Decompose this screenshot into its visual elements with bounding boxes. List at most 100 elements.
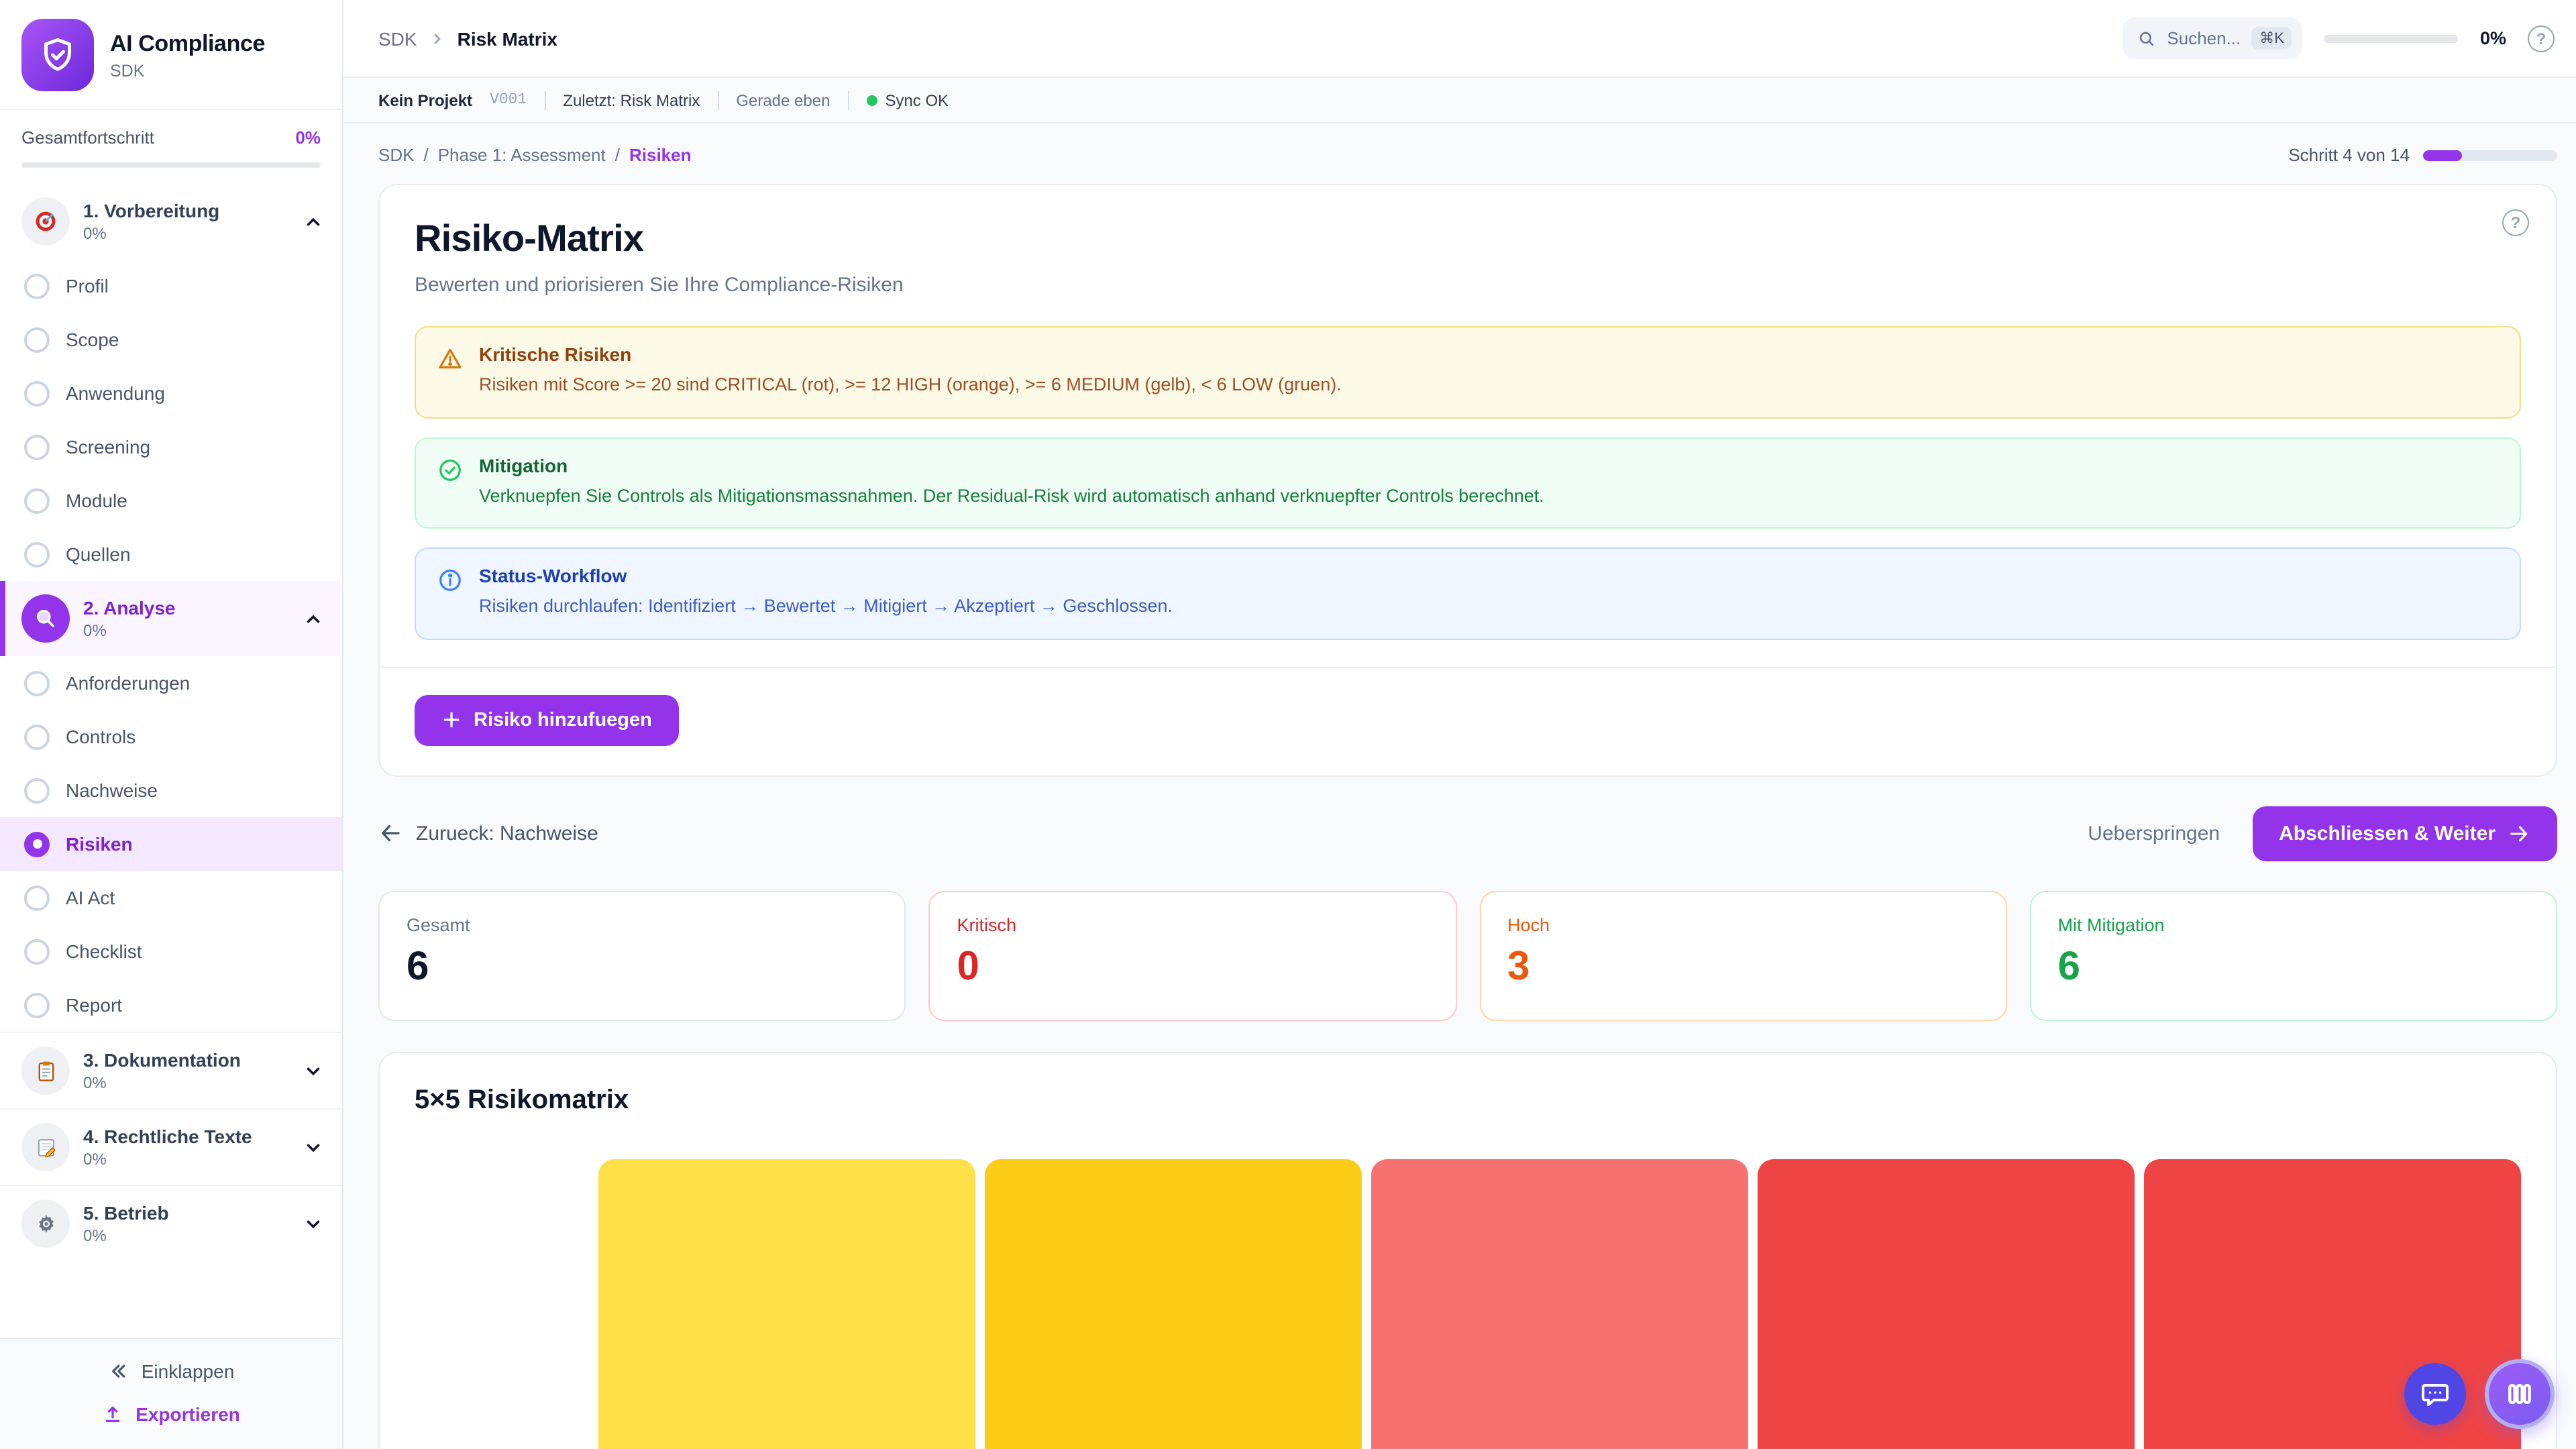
wizard-nav: Zurueck: Nachweise Ueberspringen Abschli… xyxy=(378,806,2557,861)
radio-icon xyxy=(24,938,50,964)
matrix-cell[interactable] xyxy=(2144,1159,2521,1449)
stat-card-kritisch: Kritisch 0 xyxy=(929,890,1457,1020)
sidebar: AI Compliance SDK Gesamtfortschritt 0% 1… xyxy=(0,0,343,1449)
sidebar-item-report[interactable]: Report xyxy=(0,978,342,1032)
chevron-right-icon xyxy=(429,30,445,46)
matrix-cell[interactable] xyxy=(985,1159,1362,1449)
card-help-icon[interactable]: ? xyxy=(2502,209,2529,236)
target-icon xyxy=(21,197,70,246)
stat-card-hoch: Hoch 3 xyxy=(1479,890,2007,1020)
app-subtitle: SDK xyxy=(110,61,265,80)
project-name: Kein Projekt xyxy=(378,91,472,109)
sidebar-item-checklist[interactable]: Checklist xyxy=(0,924,342,978)
breadcrumb-root[interactable]: SDK xyxy=(378,28,417,49)
sidebar-item-module[interactable]: Module xyxy=(0,474,342,527)
radio-icon xyxy=(24,541,50,567)
last-step-label: Zuletzt: Risk Matrix xyxy=(563,91,700,109)
breadcrumb-current: Risk Matrix xyxy=(458,28,557,49)
sidebar-item-profil[interactable]: Profil xyxy=(0,259,342,313)
risk-matrix-grid xyxy=(415,1159,2521,1449)
add-risk-button[interactable]: Risiko hinzufuegen xyxy=(415,694,679,745)
warning-triangle-icon xyxy=(437,346,463,372)
sidebar-header: AI Compliance SDK xyxy=(0,0,342,110)
chat-bubble-icon xyxy=(2419,1378,2451,1410)
main-area: SDK Risk Matrix Suchen... ⌘K 0% ? Kein P… xyxy=(343,0,2576,1449)
alert-mitigation: Mitigation Verknuepfen Sie Controls als … xyxy=(415,437,2521,529)
page-title: Risiko-Matrix xyxy=(415,217,2521,260)
sidebar-section-dokumentation[interactable]: 3. Dokumentation 0% xyxy=(0,1032,342,1108)
chevron-down-icon xyxy=(303,1061,323,1081)
app-logo xyxy=(21,19,94,91)
collapse-sidebar-button[interactable]: Einklappen xyxy=(108,1360,235,1382)
topbar-breadcrumb: SDK Risk Matrix xyxy=(378,28,2123,49)
plus-icon xyxy=(441,710,462,730)
stat-card-mit-mitigation: Mit Mitigation 6 xyxy=(2030,890,2558,1020)
sidebar-item-quellen[interactable]: Quellen xyxy=(0,527,342,581)
help-icon[interactable]: ? xyxy=(2528,25,2555,52)
risk-matrix-card: 5×5 Risikomatrix xyxy=(378,1051,2557,1449)
overall-progress-value: 0% xyxy=(295,127,321,148)
back-button[interactable]: Zurueck: Nachweise xyxy=(378,821,598,845)
sidebar-section-betrieb[interactable]: 5. Betrieb 0% xyxy=(0,1185,342,1261)
last-saved-time: Gerade eben xyxy=(736,91,830,109)
info-circle-icon xyxy=(437,568,463,593)
chevron-up-icon xyxy=(303,211,323,231)
matrix-cell[interactable] xyxy=(1371,1159,1748,1449)
risk-matrix-intro-card: ? Risiko-Matrix Bewerten und priorisiere… xyxy=(378,184,2557,776)
version-badge: V001 xyxy=(490,91,527,109)
breadcrumb: SDK / Phase 1: Assessment / Risiken xyxy=(378,145,692,165)
sidebar-item-scope[interactable]: Scope xyxy=(0,313,342,366)
radio-icon xyxy=(24,724,50,749)
sidebar-item-risiken[interactable]: Risiken xyxy=(0,817,342,871)
sidebar-item-anforderungen[interactable]: Anforderungen xyxy=(0,656,342,710)
clipboard-icon xyxy=(21,1046,70,1095)
crumb-phase[interactable]: Phase 1: Assessment xyxy=(438,145,606,165)
step-indicator: Schritt 4 von 14 xyxy=(2288,145,2557,165)
sidebar-footer: Einklappen Exportieren xyxy=(0,1338,342,1449)
check-circle-icon xyxy=(437,457,463,482)
double-chevron-left-icon xyxy=(108,1360,129,1382)
complete-next-button[interactable]: Abschliessen & Weiter xyxy=(2252,806,2557,861)
sidebar-item-ai-act[interactable]: AI Act xyxy=(0,871,342,924)
sidebar-section-rechtliche-texte[interactable]: 4. Rechtliche Texte 0% xyxy=(0,1108,342,1185)
export-button[interactable]: Exportieren xyxy=(102,1403,240,1425)
stat-card-gesamt: Gesamt 6 xyxy=(378,890,906,1020)
sidebar-nav: 1. Vorbereitung 0% Profil Scope Anwendun… xyxy=(0,184,342,1338)
step-progress-bar xyxy=(2423,150,2557,160)
matrix-cell[interactable] xyxy=(598,1159,975,1449)
memo-icon xyxy=(21,1123,70,1171)
crumb-sdk[interactable]: SDK xyxy=(378,145,414,165)
sidebar-item-anwendung[interactable]: Anwendung xyxy=(0,366,342,420)
sync-dot-icon xyxy=(866,95,877,105)
page-subtitle: Bewerten und priorisieren Sie Ihre Compl… xyxy=(415,274,2521,297)
sidebar-item-screening[interactable]: Screening xyxy=(0,420,342,474)
sidebar-section-vorbereitung[interactable]: 1. Vorbereitung 0% xyxy=(0,184,342,259)
radio-icon xyxy=(24,434,50,460)
sync-status: Sync OK xyxy=(866,91,949,109)
magnifier-icon xyxy=(21,594,70,643)
upload-icon xyxy=(102,1403,123,1425)
sidebar-item-nachweise[interactable]: Nachweise xyxy=(0,763,342,817)
statusbar: Kein Projekt V001 Zuletzt: Risk Matrix G… xyxy=(343,78,2576,123)
chat-fab-button[interactable] xyxy=(2404,1363,2466,1425)
matrix-cell[interactable] xyxy=(1758,1159,2135,1449)
sidebar-section-analyse[interactable]: 2. Analyse 0% xyxy=(0,581,342,656)
page-content: SDK / Phase 1: Assessment / Risiken Schr… xyxy=(343,123,2576,1449)
skip-button[interactable]: Ueberspringen xyxy=(2088,822,2220,845)
alert-critical-risks: Kritische Risiken Risiken mit Score >= 2… xyxy=(415,326,2521,418)
gear-icon xyxy=(21,1199,70,1248)
step-label: Schritt 4 von 14 xyxy=(2288,145,2410,165)
arrow-right-icon xyxy=(2508,822,2530,845)
sidebar-item-controls[interactable]: Controls xyxy=(0,710,342,763)
radio-icon xyxy=(24,273,50,299)
radio-icon xyxy=(24,488,50,513)
chevron-down-icon xyxy=(303,1214,323,1234)
radio-icon xyxy=(24,777,50,803)
search-input[interactable]: Suchen... ⌘K xyxy=(2123,17,2303,59)
risk-stats: Gesamt 6 Kritisch 0 Hoch 3 Mit Mitigatio… xyxy=(378,890,2557,1020)
columns-fab-button[interactable] xyxy=(2485,1359,2555,1429)
app-title: AI Compliance xyxy=(110,30,265,57)
header-progress-value: 0% xyxy=(2480,28,2506,48)
radio-selected-icon xyxy=(24,831,50,857)
app-window: AI Compliance SDK Gesamtfortschritt 0% 1… xyxy=(0,0,2576,1449)
